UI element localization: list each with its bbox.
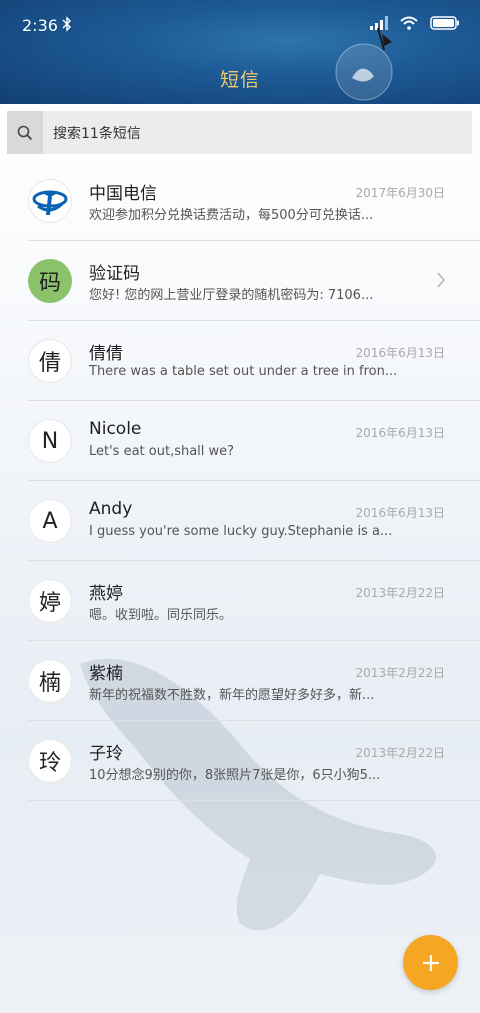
plus-icon — [422, 954, 439, 971]
thread-name: 子玲 — [89, 744, 123, 764]
thread-snippet: 嗯。收到啦。同乐同乐。 — [89, 608, 233, 623]
app-header: 2:36 短信 — [0, 0, 480, 104]
thread-name: 燕婷 — [89, 584, 123, 604]
page-title: 短信 — [219, 69, 260, 91]
avatar: 玲 — [28, 739, 72, 783]
thread-name: Andy — [89, 499, 133, 519]
thread-snippet: 欢迎参加积分兑换话费活动，每500分可兑换话... — [89, 208, 374, 223]
thread-list: 中国电信 欢迎参加积分兑换话费活动，每500分可兑换话... 2017年6月30… — [0, 161, 480, 801]
thread-row[interactable]: 楠 紫楠 新年的祝福数不胜数，新年的愿望好多好多，新... 2013年2月22日 — [0, 641, 480, 721]
thread-date: 2016年6月13日 — [355, 426, 445, 440]
chevron-right-icon — [436, 271, 446, 293]
avatar: 楠 — [28, 659, 72, 703]
thread-snippet: 您好! 您的网上营业厅登录的随机密码为: 7106... — [89, 288, 374, 303]
search-bar[interactable]: 搜索11条短信 — [7, 111, 472, 154]
thread-snippet: 10分想念9别的你，8张照片7张是你，6只小狗5... — [89, 768, 381, 783]
thread-row[interactable]: 倩 倩倩 There was a table set out under a t… — [0, 321, 480, 401]
avatar: 婷 — [28, 579, 72, 623]
thread-name: 紫楠 — [89, 664, 123, 684]
thread-snippet: Let's eat out,shall we? — [89, 444, 235, 459]
search-input[interactable]: 搜索11条短信 — [53, 123, 141, 143]
battery-icon — [430, 15, 460, 34]
thread-snippet: There was a table set out under a tree i… — [89, 364, 398, 379]
thread-date: 2013年2月22日 — [355, 666, 445, 680]
avatar: 倩 — [28, 339, 72, 383]
thread-date: 2016年6月13日 — [355, 506, 445, 520]
thread-name: 倩倩 — [89, 344, 123, 364]
thread-date: 2013年2月22日 — [355, 746, 445, 760]
thread-name: 验证码 — [89, 264, 140, 284]
thread-row[interactable]: N Nicole Let's eat out,shall we? 2016年6月… — [0, 401, 480, 481]
thread-row[interactable]: 婷 燕婷 嗯。收到啦。同乐同乐。 2013年2月22日 — [0, 561, 480, 641]
search-icon[interactable] — [7, 111, 43, 154]
avatar: 码 — [28, 259, 72, 303]
thread-row[interactable]: 中国电信 欢迎参加积分兑换话费活动，每500分可兑换话... 2017年6月30… — [0, 161, 480, 241]
status-time: 2:36 — [22, 16, 58, 35]
bluetooth-icon — [62, 16, 72, 36]
thread-row[interactable]: 玲 子玲 10分想念9别的你，8张照片7张是你，6只小狗5... 2013年2月… — [0, 721, 480, 801]
thread-snippet: 新年的祝福数不胜数，新年的愿望好多好多，新... — [89, 688, 375, 703]
avatar: A — [28, 499, 72, 543]
compose-button[interactable] — [403, 935, 458, 990]
avatar: N — [28, 419, 72, 463]
thread-date: 2016年6月13日 — [355, 346, 445, 360]
thread-snippet: I guess you're some lucky guy.Stephanie … — [89, 524, 393, 539]
thread-row[interactable]: A Andy I guess you're some lucky guy.Ste… — [0, 481, 480, 561]
thread-name: Nicole — [89, 419, 142, 439]
avatar-logo-icon — [28, 179, 72, 223]
thread-name: 中国电信 — [89, 184, 157, 204]
thread-date: 2017年6月30日 — [355, 186, 445, 200]
divider — [28, 800, 480, 801]
thread-row[interactable]: 码 验证码 您好! 您的网上营业厅登录的随机密码为: 7106... — [0, 241, 480, 321]
thread-date: 2013年2月22日 — [355, 586, 445, 600]
